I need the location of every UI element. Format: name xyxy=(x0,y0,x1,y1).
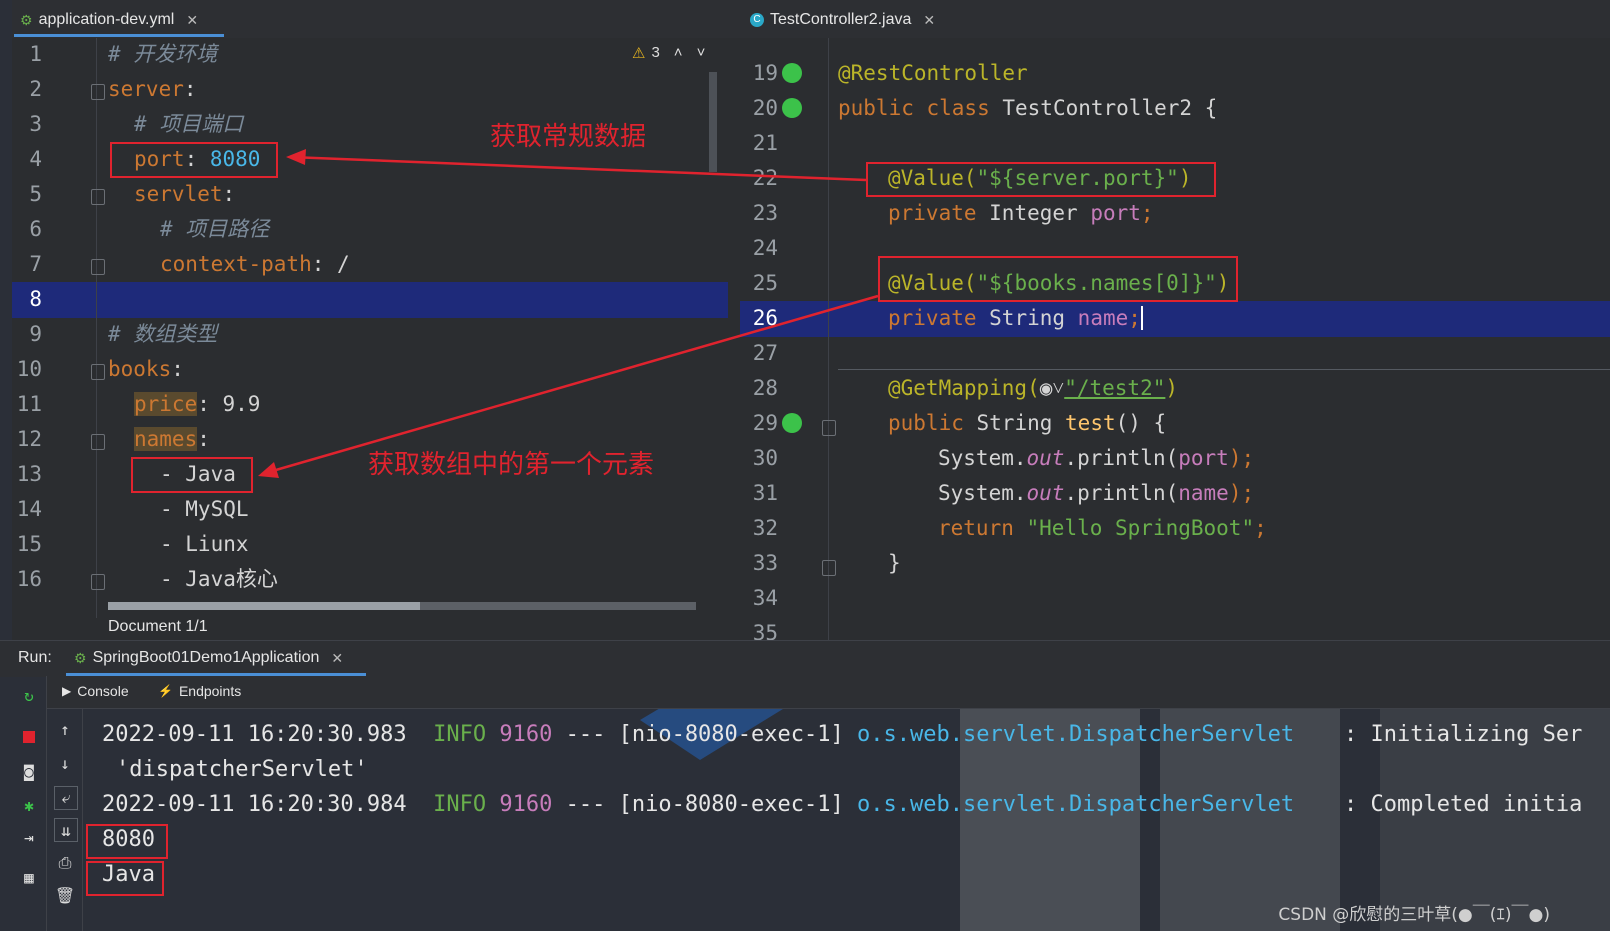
run-config-label: SpringBoot01Demo1Application xyxy=(92,649,320,666)
code-line: - Java核心 xyxy=(160,567,278,591)
arrow-down-icon[interactable]: ↓ xyxy=(54,752,76,774)
debug-icon[interactable]: ✱ xyxy=(18,794,40,816)
log-line: 2022-09-11 16:20:30.984 INFO 9160 --- [n… xyxy=(102,792,1295,817)
code-line: - MySQL xyxy=(160,497,249,521)
console-tab-bar: ▶ Console ⚡ Endpoints xyxy=(46,676,1610,709)
fold-marker[interactable] xyxy=(822,420,836,436)
code-line: private Integer port; xyxy=(888,201,1154,225)
soft-wrap-icon[interactable]: ⤶ xyxy=(54,786,78,810)
print-icon[interactable]: ⎙ xyxy=(54,852,76,874)
camera-icon[interactable]: ◙ xyxy=(18,760,40,782)
code-line: context-path: / xyxy=(160,252,350,276)
document-status: Document 1/1 xyxy=(108,618,208,635)
tab-console[interactable]: ▶ Console xyxy=(62,683,129,699)
code-line: @GetMapping(◉˅"/test2") xyxy=(888,376,1179,400)
console-icon: ▶ xyxy=(62,684,72,698)
scroll-to-end-icon[interactable]: ⇊ xyxy=(54,818,78,842)
highlight-value-names xyxy=(878,256,1238,302)
code-line: public String test() { xyxy=(888,411,1167,435)
console-toolbar: ↑ ↓ ⤶ ⇊ ⎙ 🗑 xyxy=(48,708,83,931)
code-line: System.out.println(name); xyxy=(938,481,1255,505)
warning-icon: ⚠ xyxy=(632,45,646,62)
endpoints-icon: ⚡ xyxy=(158,684,173,698)
annotation-regular-data: 获取常规数据 xyxy=(490,122,647,152)
code-line: private String name; xyxy=(888,306,1143,330)
close-icon[interactable]: ✕ xyxy=(186,12,198,29)
text-cursor xyxy=(1140,306,1143,330)
highlight-port-yml xyxy=(110,142,278,178)
run-label: Run: xyxy=(18,649,52,666)
vertical-scrollbar[interactable] xyxy=(709,72,717,172)
log-line: 'dispatcherServlet' xyxy=(116,757,368,782)
code-line: return "Hello SpringBoot"; xyxy=(938,516,1267,540)
code-line: books: xyxy=(108,357,184,381)
code-line: - Liunx xyxy=(160,532,249,556)
yml-file-icon: ⚙ xyxy=(20,11,33,28)
current-line-highlight xyxy=(12,282,728,318)
code-line: public class TestController2 { xyxy=(838,96,1218,120)
tab-testcontroller2-java[interactable]: C TestController2.java ✕ xyxy=(750,8,935,32)
code-line: servlet: xyxy=(134,182,236,206)
globe-icon[interactable]: ◉˅ xyxy=(1040,376,1065,400)
code-line: # 数组类型 xyxy=(108,322,218,346)
rerun-icon[interactable]: ↻ xyxy=(18,684,40,706)
current-line-highlight xyxy=(740,301,1610,337)
code-line: # 开发环境 xyxy=(108,42,218,66)
tab-endpoints[interactable]: ⚡ Endpoints xyxy=(158,683,241,699)
spring-bean-icon[interactable] xyxy=(782,98,802,118)
inspection-widget[interactable]: ⚠ 3 ˄ ˅ xyxy=(632,44,705,62)
run-toolbar: ↻ ◙ ✱ ⇥ ▦ xyxy=(12,676,47,931)
left-tab-bar: ⚙ application-dev.yml ✕ xyxy=(12,0,740,39)
code-line: # 项目端口 xyxy=(134,112,244,136)
run-config-tab[interactable]: ⚙ SpringBoot01Demo1Application ✕ xyxy=(74,649,343,667)
highlight-value-port xyxy=(866,162,1216,197)
layout-icon[interactable]: ▦ xyxy=(18,866,40,888)
annotation-first-element: 获取数组中的第一个元素 xyxy=(368,450,655,480)
run-tool-window-header: Run: ⚙ SpringBoot01Demo1Application ✕ xyxy=(0,640,1610,677)
spring-bean-icon[interactable] xyxy=(782,63,802,83)
horizontal-scrollbar-thumb[interactable] xyxy=(108,602,420,610)
fold-marker[interactable] xyxy=(91,189,105,205)
tab-application-dev-yml[interactable]: ⚙ application-dev.yml ✕ xyxy=(20,8,198,32)
warning-count: 3 xyxy=(651,44,660,61)
stop-icon[interactable] xyxy=(18,726,40,748)
log-message: : Initializing Ser xyxy=(1344,722,1583,747)
highlight-output-8080 xyxy=(86,824,168,859)
code-line: names: xyxy=(134,427,210,451)
exit-icon[interactable]: ⇥ xyxy=(18,826,40,848)
fold-marker[interactable] xyxy=(91,434,105,450)
active-tab-indicator xyxy=(14,34,224,37)
arrow-up-icon[interactable]: ↑ xyxy=(54,718,76,740)
fold-marker[interactable] xyxy=(91,259,105,275)
code-line: # 项目路径 xyxy=(160,217,270,241)
tab-label: application-dev.yml xyxy=(38,11,175,28)
highlight-output-java xyxy=(86,861,164,896)
spring-boot-icon: ⚙ xyxy=(74,649,87,666)
close-icon[interactable]: ✕ xyxy=(331,650,343,667)
code-line: System.out.println(port); xyxy=(938,446,1255,470)
code-line: } xyxy=(888,551,901,575)
code-line: @RestController xyxy=(838,61,1028,85)
close-icon[interactable]: ✕ xyxy=(923,12,935,29)
csdn-watermark: CSDN @欣慰的三叶草(●￣(ｴ)￣●) xyxy=(1278,905,1550,925)
tab-label: TestController2.java xyxy=(770,11,912,28)
class-file-icon: C xyxy=(750,13,764,27)
fold-marker[interactable] xyxy=(822,560,836,576)
chevron-up-icon[interactable]: ˄ xyxy=(674,44,683,62)
fold-marker[interactable] xyxy=(91,574,105,590)
code-line: price: 9.9 xyxy=(134,392,261,416)
console-output[interactable]: 2022-09-11 16:20:30.983 INFO 9160 --- [n… xyxy=(84,712,1610,931)
highlight-java-yml xyxy=(131,457,253,493)
log-message: : Completed initia xyxy=(1344,792,1583,817)
code-line: server: xyxy=(108,77,197,101)
java-editor[interactable]: 19 20 21 22 23 24 25 26 27 28 29 30 31 3… xyxy=(740,38,1610,662)
request-mapping-icon[interactable] xyxy=(782,413,802,433)
fold-marker[interactable] xyxy=(91,364,105,380)
right-tab-bar: C TestController2.java ✕ xyxy=(740,0,1610,39)
chevron-down-icon[interactable]: ˅ xyxy=(697,44,706,62)
fold-marker[interactable] xyxy=(91,84,105,100)
trash-icon[interactable]: 🗑 xyxy=(54,884,76,906)
log-line: 2022-09-11 16:20:30.983 INFO 9160 --- [n… xyxy=(102,722,1295,747)
